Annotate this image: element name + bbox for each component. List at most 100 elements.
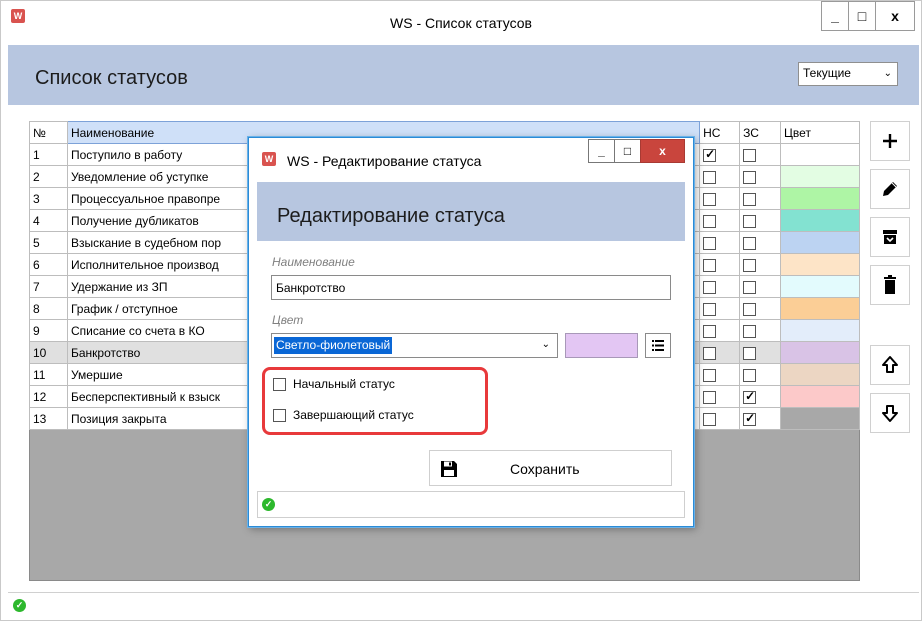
row-start-cell [699,363,741,386]
start-status-checkbox[interactable] [703,390,717,404]
end-status-checkbox[interactable] [743,148,757,162]
row-color-cell [780,407,860,430]
end-status-checkbox[interactable] [743,324,757,338]
main-window-title: WS - Список статусов [390,15,532,31]
row-end-cell [739,165,782,188]
color-palette-button[interactable] [645,333,671,358]
row-start-cell [699,385,741,408]
row-end-cell [739,385,782,408]
row-start-cell [699,143,741,166]
row-num-cell: 1 [29,143,68,166]
dialog-window-title: WS - Редактирование статуса [287,153,482,169]
archive-status-button[interactable] [870,217,910,257]
arrow-down-icon [882,405,898,422]
row-num-cell: 6 [29,253,68,276]
row-color-cell [780,297,860,320]
main-header: Список статусов Текущие ⌄ [8,45,919,105]
start-status-checkbox[interactable] [703,258,717,272]
status-filter-select[interactable]: Текущие ⌄ [798,62,898,86]
start-status-checkbox[interactable] [703,147,717,162]
list-icon [652,340,664,351]
color-label: Цвет [272,313,304,327]
end-status-checkbox[interactable] [743,389,757,404]
dialog-minimize-button[interactable]: _ [588,139,615,163]
row-end-cell [739,297,782,320]
row-start-cell [699,297,741,320]
start-status-checkbox[interactable] [703,170,717,184]
plus-icon [883,134,897,148]
row-start-cell [699,407,741,430]
save-button[interactable]: Сохранить [429,450,672,486]
start-status-checkbox[interactable] [703,280,717,294]
row-color-cell [780,385,860,408]
col-end-header[interactable]: ЗС [739,121,782,144]
filter-selected-value: Текущие [803,66,851,80]
end-status-checkbox[interactable] [273,408,286,422]
start-status-checkbox-row[interactable]: Начальный статус [273,377,395,391]
move-up-button[interactable] [870,345,910,385]
end-status-label: Завершающий статус [293,408,414,422]
color-selected-value: Светло-фиолетовый [274,337,393,354]
name-input[interactable]: Банкротство [271,275,671,300]
row-color-cell [780,319,860,342]
start-status-checkbox[interactable] [703,324,717,338]
add-status-button[interactable] [870,121,910,161]
row-end-cell [739,187,782,210]
edit-status-dialog: W WS - Редактирование статуса _ □ x Реда… [248,137,694,527]
end-status-checkbox[interactable] [743,368,757,382]
end-status-checkbox[interactable] [743,192,757,206]
end-status-checkbox[interactable] [743,236,757,250]
archive-icon [883,230,897,244]
start-status-checkbox[interactable] [703,214,717,228]
row-color-cell [780,165,860,188]
row-num-cell: 11 [29,363,68,386]
start-status-checkbox[interactable] [703,192,717,206]
row-start-cell [699,275,741,298]
row-num-cell: 10 [29,341,68,364]
move-down-button[interactable] [870,393,910,433]
chevron-down-icon: ⌄ [883,68,892,79]
row-color-cell [780,231,860,254]
pencil-icon [883,182,897,196]
main-status-bar: ✓ [8,592,919,616]
edit-status-button[interactable] [870,169,910,209]
col-color-header[interactable]: Цвет [780,121,860,144]
row-color-cell [780,143,860,166]
dialog-maximize-button[interactable]: □ [614,139,641,163]
start-status-checkbox[interactable] [273,377,286,391]
row-num-cell: 5 [29,231,68,254]
row-end-cell [739,363,782,386]
end-status-checkbox[interactable] [743,346,757,360]
row-start-cell [699,209,741,232]
end-status-checkbox[interactable] [743,411,757,426]
row-num-cell: 4 [29,209,68,232]
start-status-checkbox[interactable] [703,412,717,426]
start-status-checkbox[interactable] [703,346,717,360]
close-button[interactable]: x [875,1,915,31]
end-status-checkbox[interactable] [743,214,757,228]
col-num-header[interactable]: № [29,121,68,144]
end-status-checkbox-row[interactable]: Завершающий статус [273,408,414,422]
maximize-button[interactable]: □ [848,1,876,31]
row-num-cell: 8 [29,297,68,320]
delete-status-button[interactable] [870,265,910,305]
row-start-cell [699,165,741,188]
color-select[interactable]: Светло-фиолетовый ⌄ [271,333,558,358]
dialog-heading: Редактирование статуса [277,205,505,227]
floppy-disk-icon [441,461,457,477]
start-status-checkbox[interactable] [703,368,717,382]
col-start-header[interactable]: НС [699,121,741,144]
minimize-button[interactable]: _ [821,1,849,31]
row-start-cell [699,341,741,364]
dialog-close-button[interactable]: x [640,139,685,163]
end-status-checkbox[interactable] [743,280,757,294]
end-status-checkbox[interactable] [743,258,757,272]
end-status-checkbox[interactable] [743,302,757,316]
start-status-checkbox[interactable] [703,302,717,316]
end-status-checkbox[interactable] [743,170,757,184]
start-status-checkbox[interactable] [703,236,717,250]
row-color-cell [780,209,860,232]
trash-icon [884,275,896,294]
row-end-cell [739,341,782,364]
save-button-label: Сохранить [510,461,580,477]
